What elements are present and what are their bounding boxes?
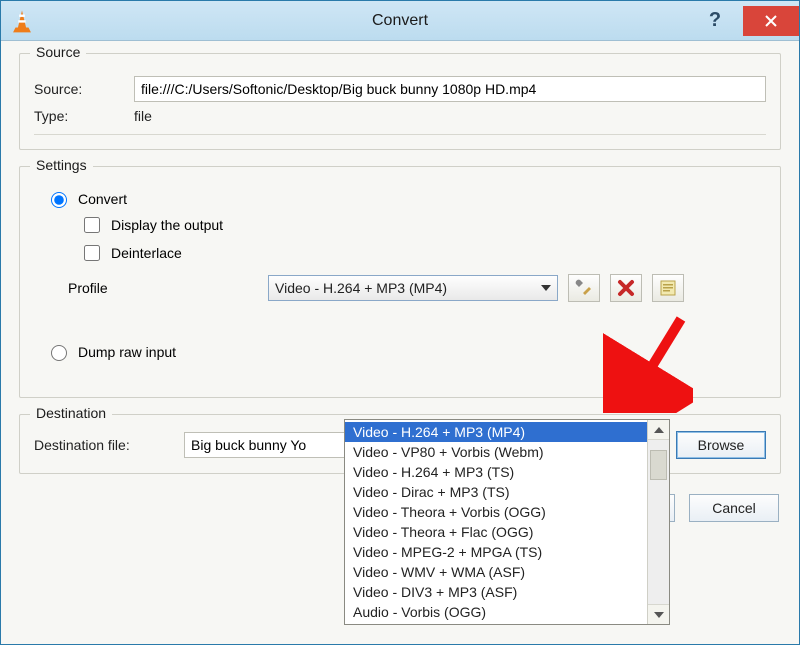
deinterlace-checkbox[interactable]: Deinterlace — [80, 242, 766, 264]
client-area: Source Source: Type: file Settings Conve… — [1, 41, 799, 644]
destination-file-label: Destination file: — [34, 437, 174, 453]
profile-combobox[interactable]: Video - H.264 + MP3 (MP4) — [268, 275, 558, 301]
profile-option[interactable]: Audio - Vorbis (OGG) — [345, 602, 647, 622]
profile-option[interactable]: Video - VP80 + Vorbis (Webm) — [345, 442, 647, 462]
convert-radio[interactable]: Convert — [46, 189, 766, 208]
convert-radio-input[interactable] — [51, 192, 67, 208]
dropdown-scrollbar[interactable] — [647, 420, 669, 624]
profile-dropdown-list: Video - H.264 + MP3 (MP4) Video - VP80 +… — [344, 419, 670, 625]
settings-legend: Settings — [30, 157, 93, 173]
scroll-up-icon[interactable] — [648, 420, 669, 440]
profile-option[interactable]: Video - H.264 + MP3 (TS) — [345, 462, 647, 482]
destination-legend: Destination — [30, 405, 112, 421]
display-output-label: Display the output — [111, 217, 223, 233]
profile-option[interactable]: Video - WMV + WMA (ASF) — [345, 562, 647, 582]
profile-label: Profile — [68, 280, 258, 296]
browse-button[interactable]: Browse — [676, 431, 766, 459]
close-icon — [763, 13, 779, 29]
convert-radio-label: Convert — [78, 191, 127, 207]
profile-dropdown-items: Video - H.264 + MP3 (MP4) Video - VP80 +… — [345, 420, 647, 624]
profile-option[interactable]: Video - Dirac + MP3 (TS) — [345, 482, 647, 502]
source-input[interactable] — [134, 76, 766, 102]
display-output-input[interactable] — [84, 217, 100, 233]
new-profile-button[interactable] — [652, 274, 684, 302]
source-group: Source Source: Type: file — [19, 53, 781, 150]
x-icon — [617, 279, 635, 297]
type-label: Type: — [34, 108, 134, 124]
profile-option[interactable]: Video - Theora + Flac (OGG) — [345, 522, 647, 542]
source-label: Source: — [34, 81, 134, 97]
wrench-pencil-icon — [574, 278, 594, 298]
deinterlace-input[interactable] — [84, 245, 100, 261]
scroll-down-icon[interactable] — [648, 604, 669, 624]
dump-raw-label: Dump raw input — [78, 344, 176, 360]
deinterlace-label: Deinterlace — [111, 245, 182, 261]
chevron-down-icon — [541, 285, 551, 291]
cancel-button[interactable]: Cancel — [689, 494, 779, 522]
dump-raw-radio[interactable]: Dump raw input — [46, 342, 766, 361]
profile-option[interactable]: Video - Theora + Vorbis (OGG) — [345, 502, 647, 522]
profile-option[interactable]: Video - DIV3 + MP3 (ASF) — [345, 582, 647, 602]
settings-group: Settings Convert Display the output Dein… — [19, 166, 781, 398]
delete-profile-button[interactable] — [610, 274, 642, 302]
edit-profile-button[interactable] — [568, 274, 600, 302]
type-value: file — [134, 108, 152, 124]
titlebar: Convert ? — [1, 1, 799, 41]
vlc-cone-icon — [9, 8, 35, 34]
profile-option[interactable]: Video - H.264 + MP3 (MP4) — [345, 422, 647, 442]
profile-option[interactable]: Video - MPEG-2 + MPGA (TS) — [345, 542, 647, 562]
close-button[interactable] — [743, 6, 799, 36]
help-button[interactable]: ? — [687, 6, 743, 36]
dump-raw-input[interactable] — [51, 345, 67, 361]
profile-selected-text: Video - H.264 + MP3 (MP4) — [275, 280, 447, 296]
scroll-thumb[interactable] — [650, 450, 667, 480]
divider — [34, 134, 766, 135]
display-output-checkbox[interactable]: Display the output — [80, 214, 766, 236]
convert-dialog: Convert ? Source Source: Type: file Sett… — [0, 0, 800, 645]
window-title: Convert — [1, 12, 799, 30]
source-legend: Source — [30, 44, 86, 60]
new-profile-icon — [659, 279, 677, 297]
window-controls: ? — [687, 6, 799, 36]
